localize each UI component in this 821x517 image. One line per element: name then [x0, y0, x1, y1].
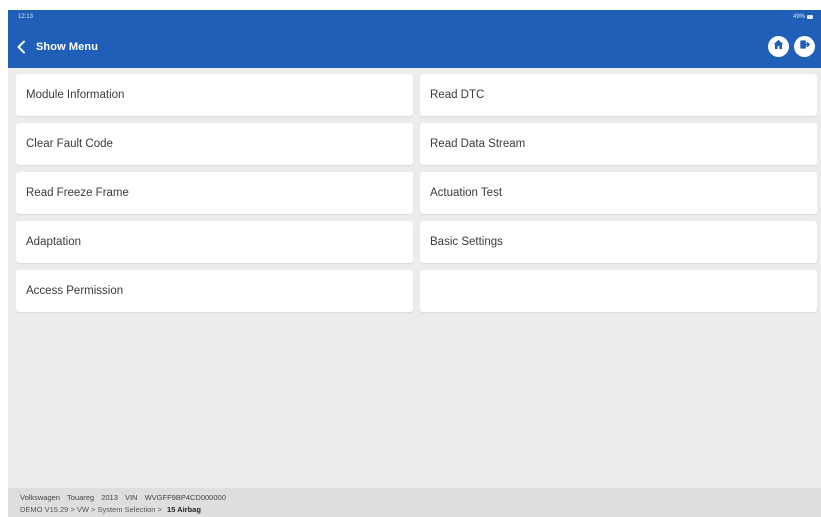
back-button[interactable]: Show Menu — [16, 35, 98, 59]
menu-item-clear-fault-code[interactable]: Clear Fault Code — [16, 123, 413, 165]
home-button[interactable] — [768, 36, 789, 57]
breadcrumb-path: DEMO V15.29 > VW > System Selection > — [20, 505, 162, 514]
menu-item-empty — [420, 270, 817, 312]
exit-button[interactable] — [794, 36, 815, 57]
vehicle-make: Volkswagen — [20, 493, 61, 502]
chevron-left-icon — [16, 40, 26, 54]
status-time: 12:13 — [18, 14, 34, 20]
menu-item-module-information[interactable]: Module Information — [16, 74, 413, 116]
vehicle-info-footer: Volkswagen Touareg 2013 VIN WVGFF9BP4CD0… — [8, 488, 821, 517]
vehicle-model: Touareg — [66, 493, 95, 502]
menu-item-adaptation[interactable]: Adaptation — [16, 221, 413, 263]
function-menu: Module Information Read DTC Clear Fault … — [16, 74, 821, 312]
menu-item-basic-settings[interactable]: Basic Settings — [420, 221, 817, 263]
vin-value: WVGFF9BP4CD000000 — [144, 493, 226, 502]
home-icon — [772, 38, 785, 56]
menu-item-actuation-test[interactable]: Actuation Test — [420, 172, 817, 214]
breadcrumb-current: 15 Airbag — [167, 505, 201, 514]
app-screen: 12:13 49% Show Menu Module Information R… — [8, 10, 821, 517]
menu-item-access-permission[interactable]: Access Permission — [16, 270, 413, 312]
vehicle-year: 2013 — [101, 493, 118, 502]
battery-level: 49% — [792, 14, 805, 20]
vehicle-info: Volkswagen Touareg 2013 VIN WVGFF9BP4CD0… — [20, 493, 231, 502]
menu-item-read-freeze-frame[interactable]: Read Freeze Frame — [16, 172, 413, 214]
menu-item-read-data-stream[interactable]: Read Data Stream — [420, 123, 817, 165]
page-title: Show Menu — [36, 41, 99, 53]
status-right: 49% — [793, 14, 813, 20]
menu-item-read-dtc[interactable]: Read DTC — [420, 74, 817, 116]
exit-icon — [798, 38, 811, 56]
status-bar: 12:13 49% — [8, 10, 821, 26]
vin-label: VIN — [124, 493, 138, 502]
battery-icon — [807, 15, 813, 19]
breadcrumb: DEMO V15.29 > VW > System Selection > 15… — [20, 505, 201, 514]
header-bar: Show Menu — [8, 26, 821, 68]
